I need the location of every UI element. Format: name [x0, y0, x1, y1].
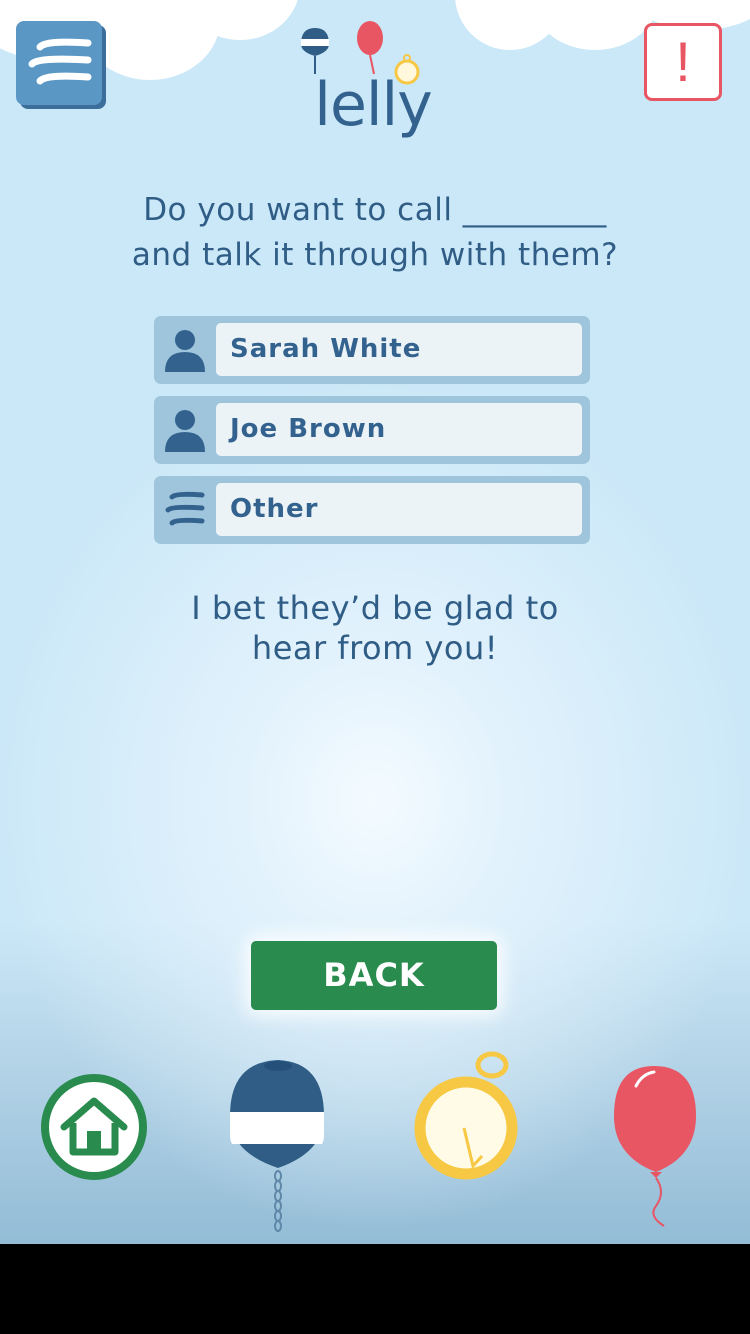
encouragement-line-2: hear from you!: [251, 629, 499, 667]
home-icon[interactable]: [40, 1073, 150, 1183]
alert-button[interactable]: !: [644, 23, 722, 101]
encouragement-line-1: I bet they’d be glad to: [191, 589, 559, 627]
prompt-line-1: Do you want to call _________: [143, 192, 607, 228]
back-button[interactable]: BACK: [251, 941, 497, 1010]
menu-icon: [28, 38, 92, 85]
contact-sarah-white[interactable]: Sarah White: [154, 316, 590, 384]
contact-other[interactable]: Other: [154, 476, 590, 544]
menu-button[interactable]: [16, 21, 102, 105]
prompt-line-2: and talk it through with them?: [131, 237, 619, 273]
buoy-icon[interactable]: [226, 1056, 330, 1236]
stopwatch-icon[interactable]: [410, 1048, 522, 1182]
app-logo: lelly: [296, 18, 450, 153]
person-icon: [165, 410, 205, 452]
contact-joe-brown[interactable]: Joe Brown: [154, 396, 590, 464]
contact-name: Sarah White: [216, 323, 582, 376]
logo-text: lelly: [314, 70, 432, 140]
list-icon: [165, 491, 205, 526]
balloon-icon[interactable]: [606, 1060, 706, 1230]
app-screen: lelly ! Do you want to call _________ an…: [0, 0, 750, 1244]
person-icon: [165, 330, 205, 372]
contact-name: Other: [216, 483, 582, 536]
contact-name: Joe Brown: [216, 403, 582, 456]
